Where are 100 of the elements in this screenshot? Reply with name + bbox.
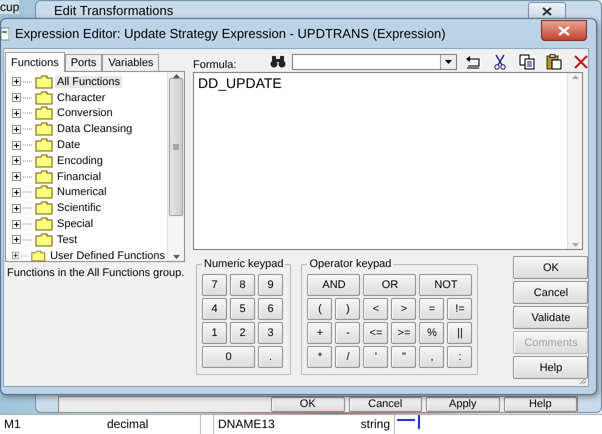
keypad-key[interactable]: % (419, 322, 444, 344)
keypad-key[interactable]: 8 (230, 274, 255, 296)
keypad-key[interactable]: 9 (258, 274, 283, 296)
keypad-key[interactable]: 3 (258, 322, 283, 344)
search-combo[interactable] (292, 54, 458, 70)
keypad-key[interactable]: = (419, 298, 444, 320)
tab[interactable]: Variables (102, 54, 160, 71)
dialog-title: Expression Editor: Update Strategy Expression - UPDTRANS (Expression) (15, 26, 446, 41)
dotted-line-icon (23, 96, 33, 99)
status-text: Functions in the All Functions group. (6, 266, 184, 280)
close-icon (542, 7, 552, 16)
keypad-key[interactable]: ( (307, 298, 332, 320)
scrollbar[interactable] (167, 72, 184, 261)
paste-icon[interactable] (546, 54, 562, 70)
undo-icon[interactable] (465, 54, 482, 70)
keypad-key[interactable]: 7 (202, 274, 227, 296)
tree-item[interactable]: Conversion (55, 107, 115, 120)
dotted-line-icon (23, 223, 33, 226)
tree-item[interactable]: Financial (55, 170, 104, 183)
close-icon (558, 26, 570, 36)
copy-icon[interactable] (519, 54, 536, 70)
keypad-key[interactable]: > (391, 298, 416, 320)
dialog-button[interactable]: Help (504, 397, 577, 412)
dialog-button[interactable]: OK (271, 397, 344, 412)
table-cell-text: string (360, 416, 391, 433)
app-icon (1, 26, 9, 40)
dotted-line-icon (23, 176, 33, 178)
dialog-button[interactable]: Validate (513, 306, 588, 329)
keypad-key[interactable]: ' (363, 346, 388, 368)
keypad-key[interactable]: . (258, 346, 283, 368)
dotted-line-icon (21, 254, 30, 257)
keypad-key[interactable]: 6 (258, 298, 283, 320)
keypad-key[interactable]: < (363, 298, 388, 320)
binoculars-icon (270, 55, 286, 68)
keypad-key[interactable]: != (447, 298, 472, 320)
dialog-button[interactable]: Apply (426, 397, 500, 412)
expand-icon (12, 77, 21, 86)
tree-item[interactable]: Scientific (55, 202, 104, 214)
tree-item[interactable]: Numerical (55, 186, 109, 198)
keypad-key[interactable]: 0 (202, 346, 255, 368)
keypad-key[interactable]: 4 (202, 298, 227, 320)
keypad-key[interactable]: : (447, 346, 472, 368)
delete-icon[interactable] (573, 54, 590, 70)
window-title: cup (0, 0, 20, 14)
folder-icon (35, 138, 53, 152)
down-arrow-icon (172, 255, 180, 260)
tree-item[interactable]: Character (55, 92, 108, 104)
window-title: Edit Transformations (54, 3, 174, 18)
keypad-key[interactable]: + (307, 322, 332, 344)
keypad-key[interactable]: * (307, 346, 332, 368)
keypad-key[interactable]: - (335, 322, 360, 344)
dotted-line-icon (23, 191, 33, 194)
table-cell-text: M1 (3, 416, 22, 433)
folder-icon (35, 154, 53, 168)
tree-item[interactable]: Special (55, 218, 96, 230)
tree-item[interactable]: Data Cleansing (55, 123, 134, 136)
keypad-key[interactable]: || (447, 322, 472, 344)
tree-item[interactable]: Date (55, 139, 82, 152)
tree-item[interactable]: User Defined Functions (48, 250, 167, 261)
expand-icon (12, 156, 21, 166)
formula-label: Formula: (193, 59, 236, 71)
dialog-button[interactable]: Cancel (513, 281, 588, 304)
expand-icon (12, 204, 21, 213)
close-button[interactable] (541, 20, 587, 41)
keypad-key[interactable]: NOT (419, 274, 472, 296)
dotted-line-icon (23, 238, 33, 241)
keypad-key[interactable]: 5 (230, 298, 255, 320)
dotted-line-icon (23, 144, 33, 146)
formula-field[interactable]: DD_UPDATE (193, 72, 583, 250)
keypad-key[interactable]: >= (391, 322, 416, 344)
dialog-button[interactable]: Cancel (348, 397, 422, 412)
folder-icon (35, 90, 53, 105)
down-arrow-icon (572, 243, 578, 247)
keypad-key[interactable]: OR (363, 274, 416, 296)
folder-icon (35, 201, 53, 216)
folder-icon (35, 170, 53, 184)
tree-item[interactable]: All Functions (55, 76, 122, 88)
keypad-key[interactable]: ) (335, 298, 360, 320)
keypad-key[interactable]: / (335, 346, 360, 368)
keypad-key[interactable]: AND (307, 274, 360, 296)
scrollbar[interactable] (567, 73, 582, 249)
keypad-key[interactable]: " (391, 346, 416, 368)
keypad-key[interactable]: , (419, 346, 444, 368)
group-label: Operator keypad (308, 258, 392, 270)
tree-item[interactable]: Encoding (55, 154, 105, 167)
keypad-key[interactable]: 2 (230, 322, 255, 344)
keypad-key[interactable]: 1 (202, 322, 227, 344)
tab[interactable]: Ports (64, 54, 102, 71)
dialog-button[interactable]: Help (513, 356, 588, 379)
folder-icon (35, 217, 53, 232)
expand-icon (12, 140, 21, 150)
folder-icon (35, 106, 53, 120)
tab[interactable]: Functions (5, 52, 65, 72)
grip-icon (173, 144, 179, 150)
cut-icon[interactable] (492, 54, 508, 70)
expand-icon (12, 93, 21, 102)
keypad-key[interactable]: <= (363, 322, 388, 344)
dialog-button[interactable]: OK (513, 256, 588, 279)
tree-item[interactable]: Test (55, 234, 80, 246)
caret-icon (445, 60, 452, 64)
